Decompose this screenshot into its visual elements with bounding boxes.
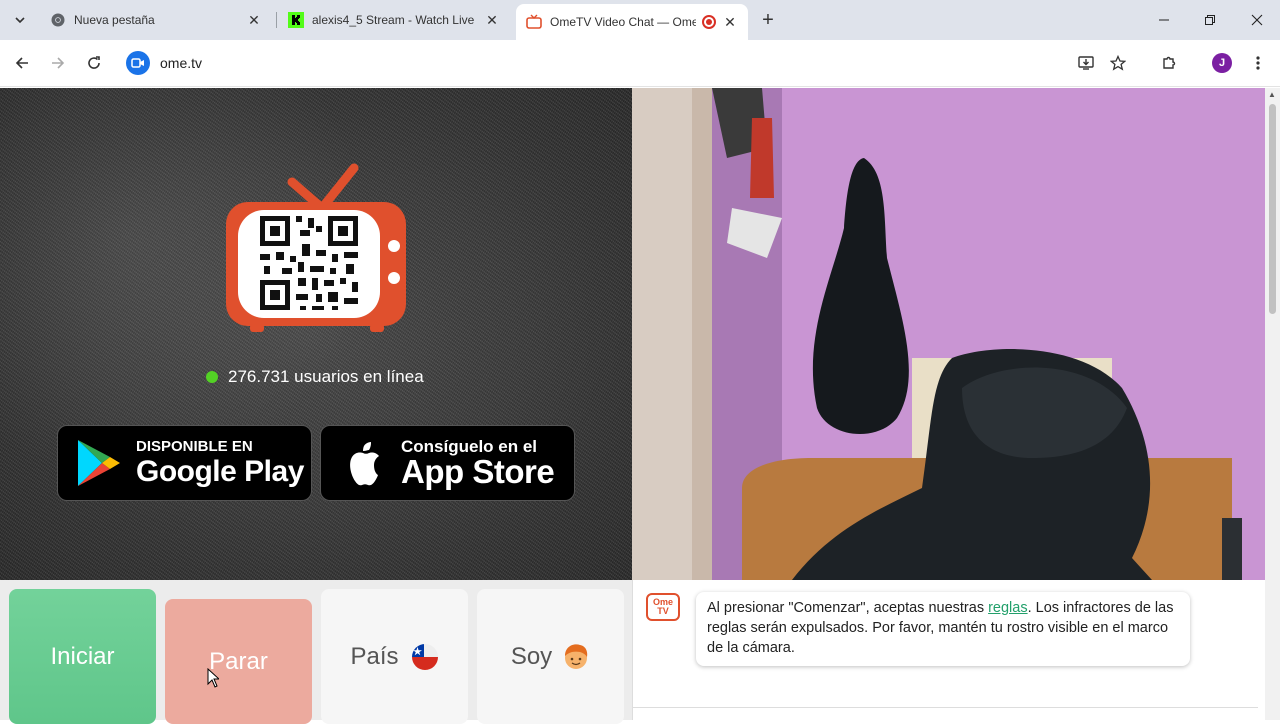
url-text[interactable]: ome.tv [160,55,202,71]
back-arrow-icon [15,57,28,69]
restore-icon [1205,15,1215,25]
system-message: Al presionar "Comenzar", aceptas nuestra… [696,592,1190,666]
close-window-button[interactable] [1234,0,1280,40]
apple-icon [350,442,379,486]
puzzle-icon [1163,56,1176,69]
google-play-small-text: DISPONIBLE EN [136,437,253,455]
chile-flag-icon [411,643,438,670]
ometv-chat-avatar: Ome TV [646,593,680,621]
ometv-icon [526,14,542,30]
reload-button[interactable] [82,51,106,75]
camera-frame-image [632,88,1265,580]
install-icon [1078,56,1094,70]
start-button[interactable]: Iniciar [9,589,156,724]
tab-ometv[interactable]: OmeTV Video Chat — Ome ✕ [516,4,748,40]
install-app-button[interactable] [1074,51,1098,75]
ometv-qr-tv-logo [226,163,406,332]
minimize-button[interactable] [1141,0,1187,40]
country-filter-button[interactable]: País [321,589,468,724]
tab-kick-stream[interactable]: alexis4_5 Stream - Watch Live o ✕ [278,0,510,40]
close-tab-icon[interactable]: ✕ [484,12,500,28]
tab-title: Nueva pestaña [74,13,155,27]
google-play-icon [78,440,120,486]
google-play-badge[interactable]: DISPONIBLE EN Google Play [57,425,312,501]
app-store-big-text: App Store [401,452,555,490]
online-status-dot [206,371,218,383]
gender-filter-button[interactable]: Soy [477,589,624,724]
toolbar: ome.tv [0,40,1280,87]
scroll-up-icon[interactable]: ▲ [1268,90,1276,99]
online-users-text: 276.731 usuarios en línea [228,367,424,386]
stop-button[interactable]: Parar [165,599,312,724]
boy-emoji-icon [565,643,588,669]
chat-logo-line2: TV [657,606,669,616]
back-button[interactable] [10,51,34,75]
forward-button[interactable] [46,51,70,75]
app-store-badge[interactable]: Consíguelo en el App Store [320,425,575,501]
message-text-before: Al presionar "Comenzar", aceptas nuestra… [707,600,989,616]
site-info-icon[interactable] [126,51,150,75]
close-tab-icon[interactable]: ✕ [246,12,262,28]
google-play-big-text: Google Play [136,454,304,488]
address-bar[interactable]: ome.tv [122,46,1142,80]
start-label: Iniciar [50,642,115,670]
chevron-down-icon [15,17,25,24]
profile-avatar[interactable]: J [1212,53,1232,73]
new-tab-button[interactable]: + [756,8,780,32]
close-icon [1251,14,1263,26]
bookmark-button[interactable] [1106,51,1130,75]
rules-link[interactable]: reglas [988,600,1028,616]
tab-title: alexis4_5 Stream - Watch Live o [312,13,478,27]
reload-icon [88,56,100,69]
minimize-icon [1159,19,1169,21]
restore-button[interactable] [1187,0,1233,40]
page-scrollbar[interactable]: ▲ [1265,88,1280,720]
country-label: País [350,642,399,670]
tab-new-tab[interactable]: Nueva pestaña ✕ [40,0,272,40]
tab-divider [276,12,277,28]
online-users-counter: 276.731 usuarios en línea [206,367,424,387]
extensions-button[interactable] [1157,51,1181,75]
kick-icon [288,12,304,28]
tab-strip: Nueva pestaña ✕ alexis4_5 Stream - Watch… [0,0,1280,40]
more-vert-icon [1256,56,1260,70]
gender-label: Soy [510,642,553,670]
chat-panel: Ome TV Al presionar "Comenzar", aceptas … [632,580,1258,720]
browser-menu-button[interactable] [1246,51,1270,75]
chat-controls: Iniciar Parar País Soy [0,580,632,724]
chat-input-area[interactable] [633,707,1258,720]
self-camera-video [632,88,1265,580]
mouse-cursor-icon [207,668,219,688]
app-store-small-text: Consíguelo en el [401,436,538,456]
forward-arrow-icon [52,57,65,69]
tab-title: OmeTV Video Chat — Ome [550,15,696,29]
star-icon [1110,55,1126,71]
scrollbar-thumb[interactable] [1269,104,1276,314]
recording-icon [702,15,716,29]
chrome-icon [50,12,66,28]
close-tab-icon[interactable]: ✕ [722,14,738,30]
tab-search-button[interactable] [8,8,32,32]
